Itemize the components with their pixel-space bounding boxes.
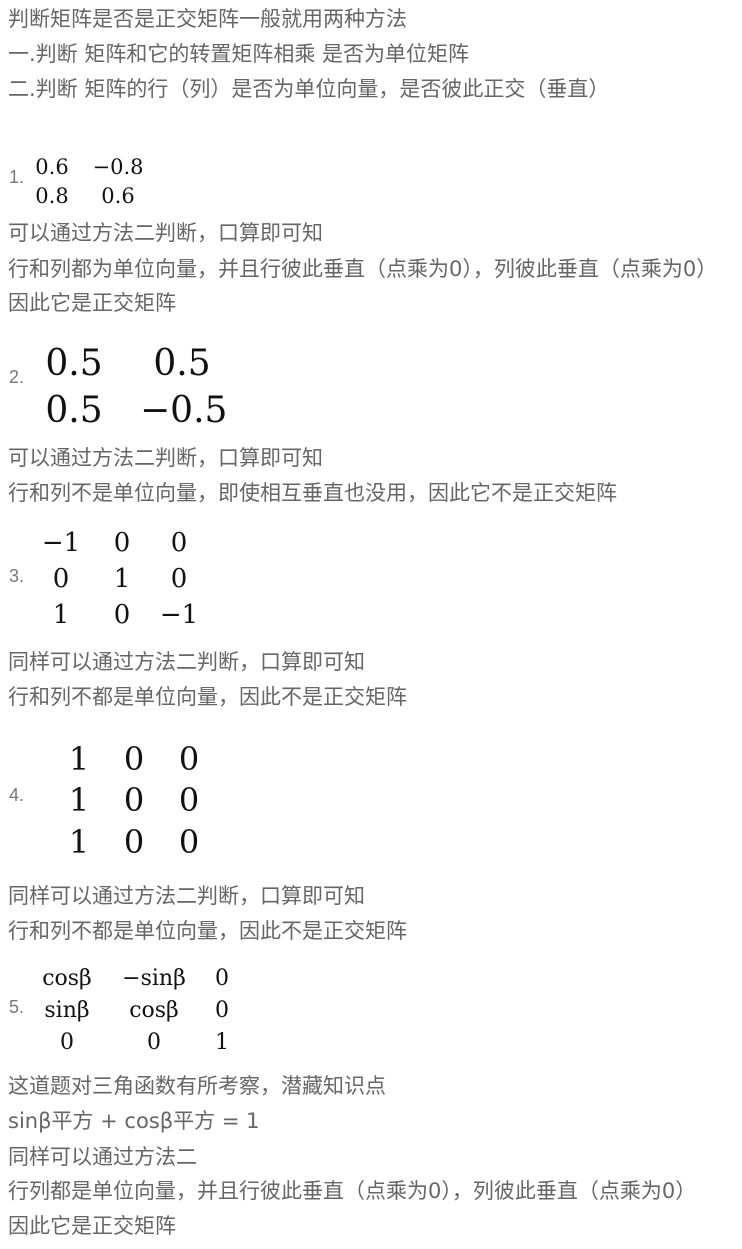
problem-2-text-2: 行和列不是单位向量，即使相互垂直也没用，因此它不是正交矩阵 — [8, 481, 617, 505]
problem-2-label: 2. — [9, 367, 25, 387]
matrix-cell: 0 — [178, 823, 200, 861]
matrix-cell: 0.6 — [101, 184, 135, 208]
problem-1-text-2: 行和列都为单位向量，并且行彼此垂直（点乘为0），列彼此垂直（点乘为0） — [8, 257, 718, 281]
matrix-cell: −1 — [41, 528, 81, 558]
matrix-cell: cosβ — [129, 998, 179, 1023]
matrix-cell: −sinβ — [122, 966, 186, 991]
problem-3-label: 3. — [9, 566, 25, 586]
matrix-cell: 0.5 — [45, 343, 103, 384]
problem-1-text-3: 因此它是正交矩阵 — [8, 291, 176, 315]
matrix-cell: 0 — [60, 1030, 74, 1055]
method-one-text: 一.判断 矩阵和它的转置矩阵相乘 是否为单位矩阵 — [8, 42, 470, 66]
problem-5-text-5: 因此它是正交矩阵 — [8, 1214, 176, 1238]
matrix-cell: sinβ — [44, 998, 90, 1023]
matrix-cell: 1 — [52, 600, 70, 630]
matrix-cell: 1 — [68, 740, 90, 778]
page: { "intro": { "title": " 判断矩阵是否是正交矩阵一般就用两… — [0, 0, 742, 1249]
matrix-cell: 0 — [147, 1030, 161, 1055]
matrix-cell: 1 — [68, 781, 90, 819]
problem-1-text-1: 可以通过方法二判断，口算即可知 — [8, 221, 323, 245]
problem-3-text-2: 行和列不都是单位向量，因此不是正交矩阵 — [8, 685, 407, 709]
problem-5-label: 5. — [9, 997, 25, 1017]
matrix-cell: 0.5 — [45, 390, 103, 431]
matrix-cell: 1 — [68, 823, 90, 861]
problem-2-text-1: 可以通过方法二判断，口算即可知 — [8, 446, 323, 470]
matrix-cell: 0 — [123, 781, 145, 819]
matrix-cell: 1 — [113, 564, 131, 594]
matrix-cell: 0 — [215, 998, 229, 1023]
matrix-cell: 0.6 — [35, 155, 69, 179]
matrix-cell: −1 — [159, 600, 199, 630]
matrix-cell: 0 — [113, 528, 131, 558]
problem-4-label: 4. — [9, 785, 25, 805]
problem-1-label: 1. — [9, 167, 25, 187]
matrix-cell: 0 — [170, 528, 188, 558]
matrix-cell: 0 — [113, 600, 131, 630]
matrix-cell: 0 — [52, 564, 70, 594]
problem-5-text-4: 行列都是单位向量，并且行彼此垂直（点乘为0），列彼此垂直（点乘为0） — [8, 1179, 697, 1203]
method-two-text: 二.判断 矩阵的行（列）是否为单位向量，是否彼此正交（垂直） — [8, 77, 610, 101]
matrix-cell: 0 — [178, 781, 200, 819]
problem-4-text-1: 同样可以通过方法二判断，口算即可知 — [8, 884, 365, 908]
matrix-cell: 0 — [170, 564, 188, 594]
problem-5-text-3: 同样可以通过方法二 — [8, 1145, 197, 1169]
matrix-cell: 1 — [215, 1030, 229, 1055]
matrix-cell: −0.8 — [92, 155, 144, 179]
problem-4-text-2: 行和列不都是单位向量，因此不是正交矩阵 — [8, 919, 407, 943]
matrix-cell: 0.8 — [35, 184, 69, 208]
page-title: 判断矩阵是否是正交矩阵一般就用两种方法 — [8, 7, 407, 31]
problem-3-text-1: 同样可以通过方法二判断，口算即可知 — [8, 650, 365, 674]
matrix-cell: 0 — [215, 966, 229, 991]
problem-5-text-1: 这道题对三角函数有所考察，潜藏知识点 — [8, 1074, 386, 1098]
matrix-cell: 0 — [123, 740, 145, 778]
matrix-cell: cosβ — [42, 966, 92, 991]
matrix-cell: −0.5 — [140, 390, 228, 431]
problem-5-text-2: sinβ平方 + cosβ平方 = 1 — [8, 1109, 260, 1133]
matrix-cell: 0 — [123, 823, 145, 861]
matrix-cell: 0 — [178, 740, 200, 778]
matrix-cell: 0.5 — [153, 343, 211, 384]
